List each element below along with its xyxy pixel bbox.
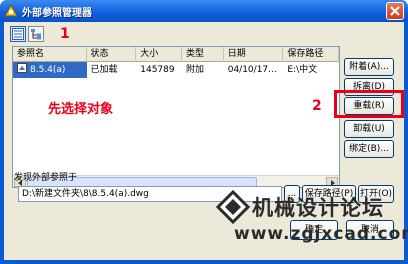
column-header-status[interactable]: 状态 [87, 47, 137, 62]
annotation-marker-1: 1 [60, 26, 70, 42]
tree-view-icon [31, 29, 41, 40]
column-header-size[interactable]: 大小 [136, 47, 182, 62]
attach-button[interactable]: 附着(A)... [344, 58, 394, 76]
annotation-instruction: 先选择对象 [48, 102, 114, 117]
watermark-url: www.zgjxcad.com [234, 224, 408, 244]
close-icon [390, 6, 400, 16]
xref-list[interactable]: 参照名 状态 大小 类型 日期 保存路径 8.5.4(a) 已加载 145789… [12, 46, 340, 188]
annotation-marker-2: 2 [312, 98, 322, 114]
row-type-cell: 附加 [185, 65, 204, 75]
list-header: 参照名 状态 大小 类型 日期 保存路径 [13, 47, 339, 62]
row-name-text: 8.5.4(a) [30, 65, 66, 75]
row-size-cell: 145789 [140, 65, 175, 75]
watermark: 机械设计论坛 www.zgjxcad.com [212, 180, 408, 264]
list-view-icon [12, 28, 24, 40]
unload-button[interactable]: 卸载(U) [344, 120, 394, 138]
list-view-toggle[interactable] [10, 26, 26, 42]
found-at-label: 发现外部参照于 [14, 173, 78, 183]
window-title: 外部参照管理器 [22, 8, 92, 19]
column-header-name[interactable]: 参照名 [13, 47, 87, 62]
xref-manager-window: 外部参照管理器 1 参照名 状态 大小 类型 日期 保存路径 8.5.4(a) … [0, 0, 408, 264]
watermark-logo-icon [216, 190, 250, 224]
watermark-title: 机械设计论坛 [252, 195, 384, 220]
row-status-cell: 已加载 [90, 65, 118, 75]
tree-view-toggle[interactable] [28, 26, 44, 42]
app-icon [4, 4, 18, 17]
title-bar[interactable]: 外部参照管理器 [0, 0, 408, 22]
column-header-type[interactable]: 类型 [182, 47, 224, 62]
xref-drawing-icon [17, 63, 27, 73]
row-path-cell: E:\中文 [287, 65, 318, 75]
bind-button[interactable]: 绑定(B)... [344, 140, 394, 158]
column-header-date[interactable]: 日期 [224, 47, 284, 62]
row-date-cell: 04/10/17... [227, 65, 277, 75]
close-button[interactable] [386, 2, 404, 20]
reload-button[interactable]: 重载(R) [344, 97, 394, 115]
table-row[interactable]: 8.5.4(a) 已加载 145789 附加 04/10/17... E:\中文 [13, 62, 339, 78]
column-header-path[interactable]: 保存路径 [283, 47, 339, 62]
row-name-cell[interactable]: 8.5.4(a) [13, 62, 87, 78]
